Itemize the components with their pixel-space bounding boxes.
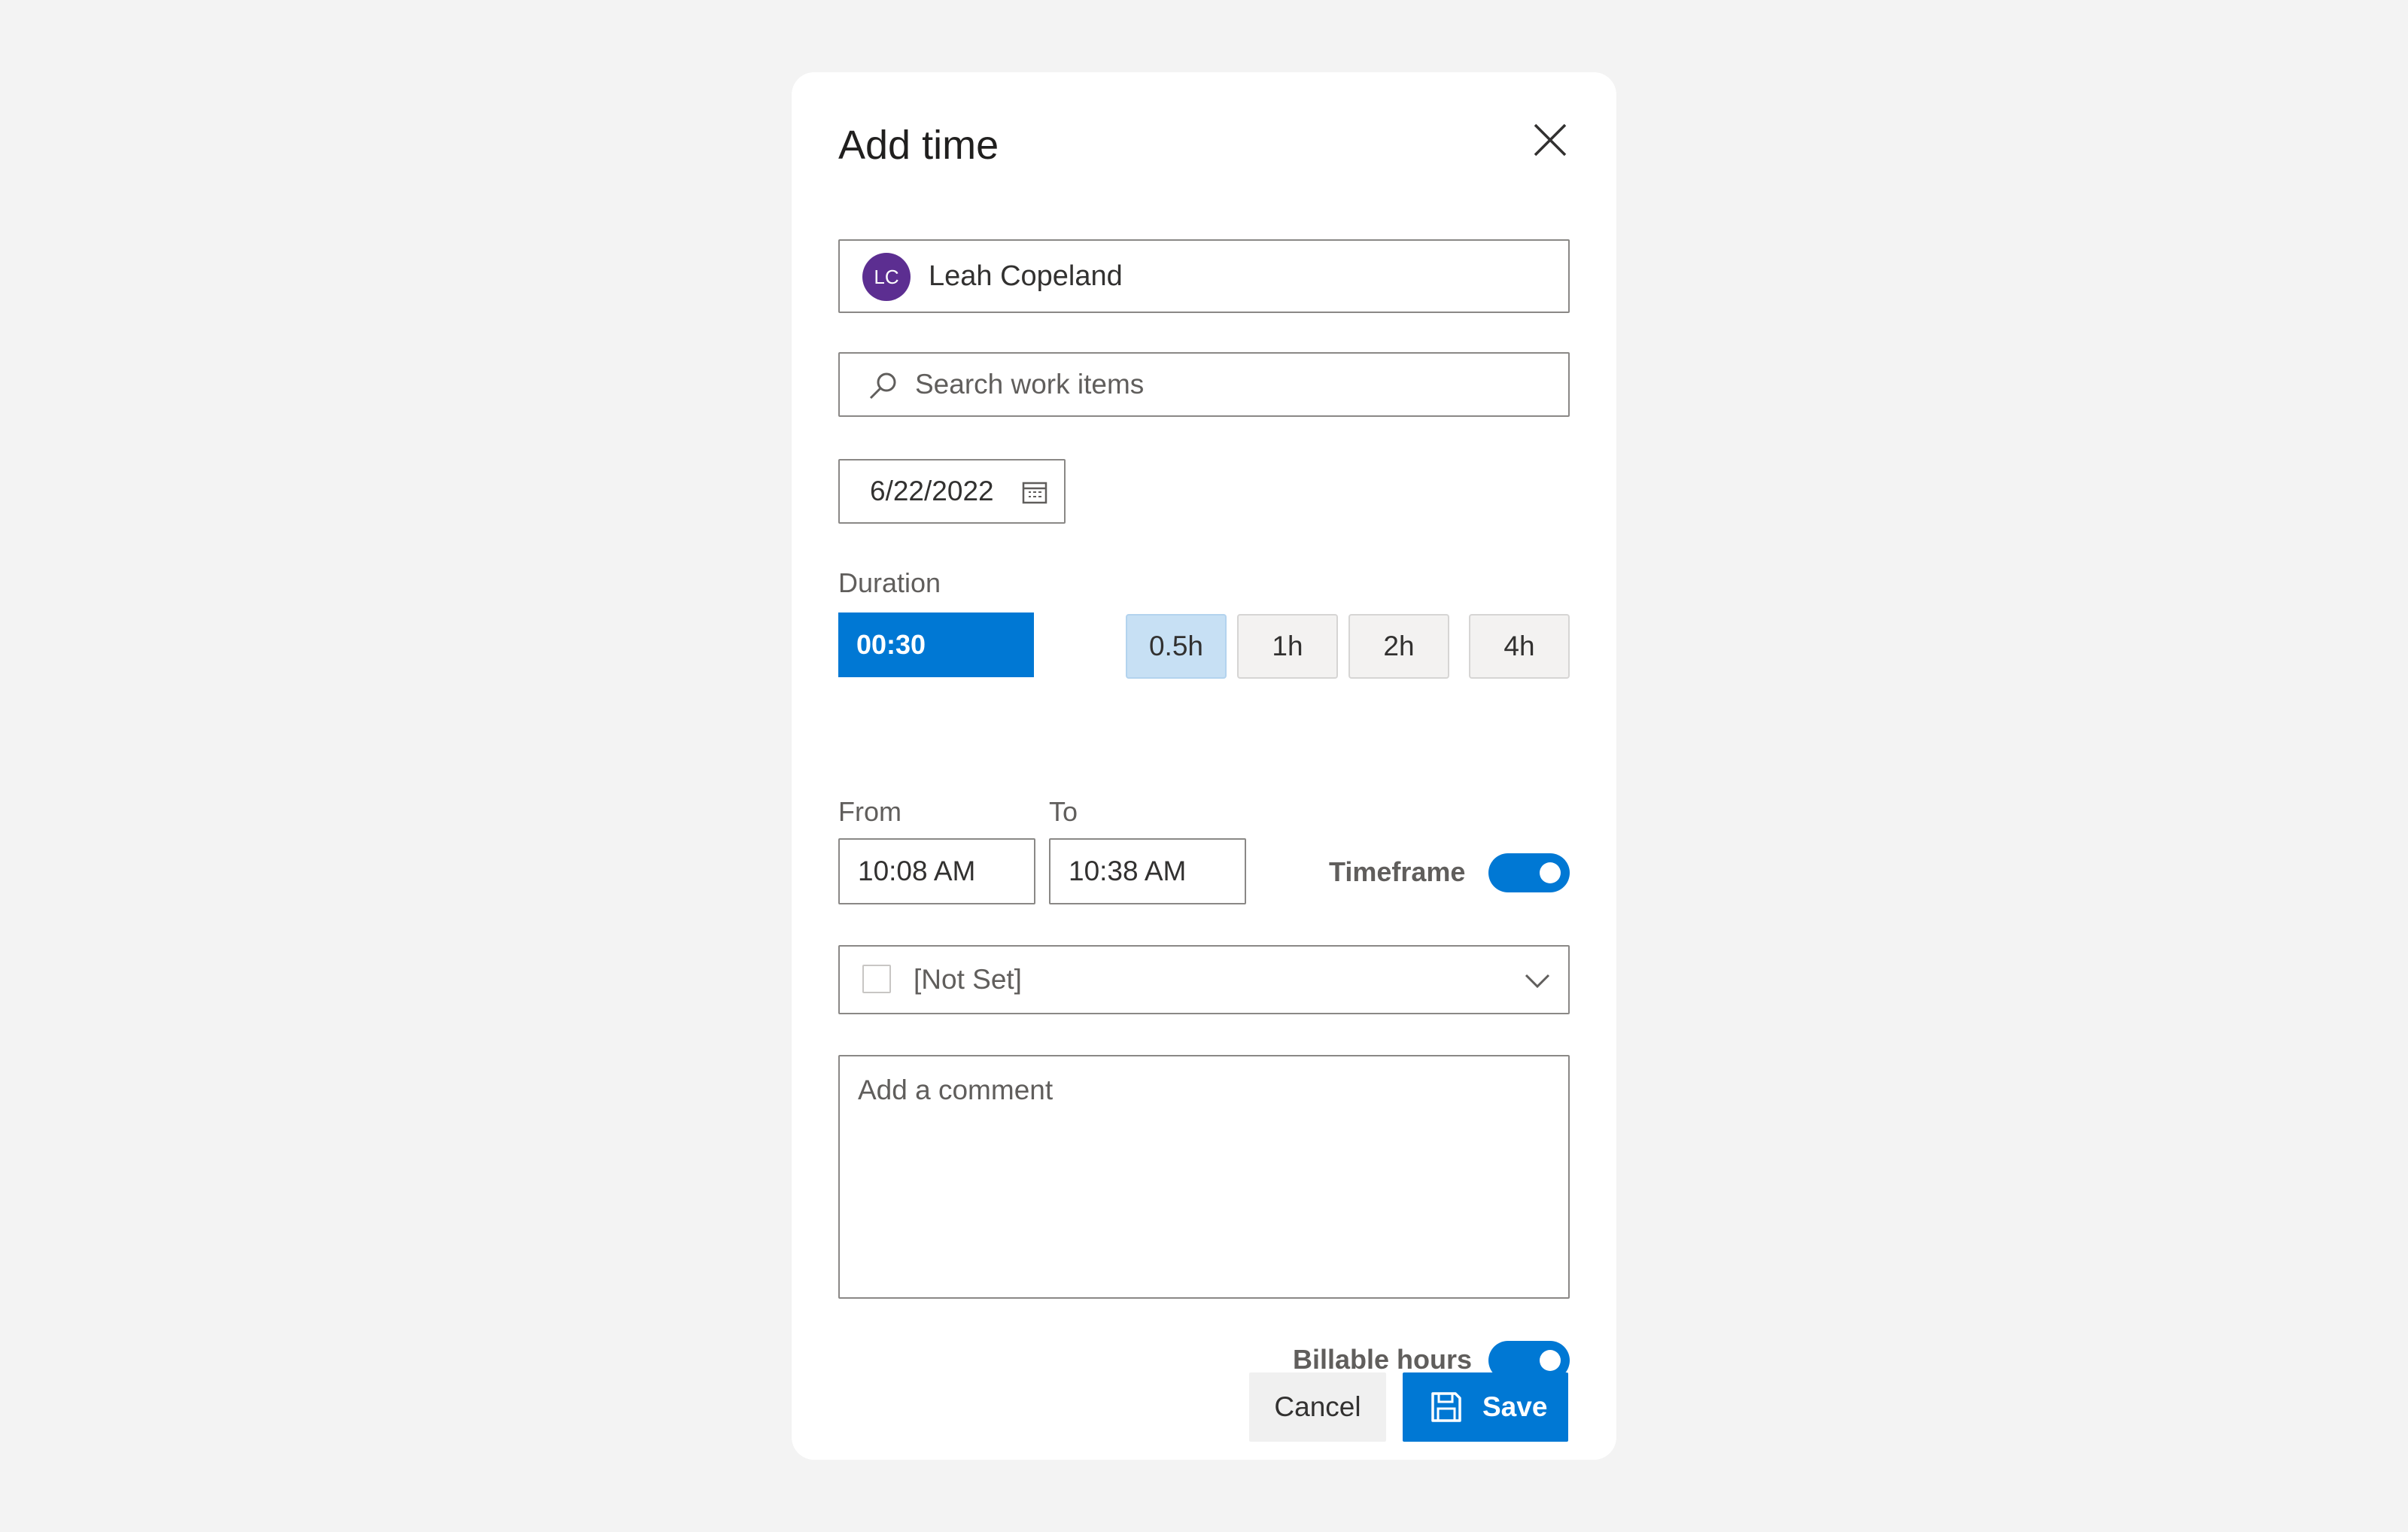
preset-button-2h[interactable]: 2h: [1348, 614, 1449, 679]
billable-hours-label: Billable hours: [1293, 1344, 1473, 1375]
preset-button-0-5h[interactable]: 0.5h: [1126, 614, 1227, 679]
from-time-value: 10:08 AM: [858, 856, 976, 886]
timeframe-label: Timeframe: [1329, 856, 1466, 887]
preset-button-4h[interactable]: 4h: [1469, 614, 1570, 679]
close-icon: [1534, 123, 1567, 157]
duration-input[interactable]: 00:30: [838, 612, 1034, 677]
toggle-knob: [1540, 862, 1561, 883]
to-time-value: 10:38 AM: [1069, 856, 1187, 886]
to-label: To: [1049, 796, 1078, 827]
to-time-field[interactable]: 10:38 AM: [1049, 838, 1246, 904]
search-work-items-field[interactable]: [838, 352, 1570, 417]
user-picker[interactable]: LC Leah Copeland: [838, 239, 1570, 313]
duration-label: Duration: [838, 567, 941, 598]
from-label: From: [838, 796, 901, 827]
cancel-button[interactable]: Cancel: [1249, 1372, 1386, 1442]
dialog-title: Add time: [838, 123, 999, 168]
comment-field[interactable]: [838, 1055, 1570, 1299]
category-checkbox[interactable]: [862, 965, 891, 993]
add-time-dialog: Add time LC Leah Copeland 6/22/2022 Du: [792, 72, 1616, 1460]
avatar: LC: [862, 253, 911, 301]
from-time-field[interactable]: 10:08 AM: [838, 838, 1035, 904]
chevron-down-icon: [1525, 974, 1550, 989]
save-label: Save: [1482, 1391, 1548, 1422]
toggle-knob: [1540, 1350, 1561, 1371]
date-picker[interactable]: 6/22/2022: [838, 459, 1066, 524]
save-button[interactable]: Save: [1403, 1372, 1568, 1442]
preset-button-1h[interactable]: 1h: [1237, 614, 1338, 679]
search-input[interactable]: [915, 354, 1547, 415]
user-name: Leah Copeland: [929, 260, 1123, 292]
search-icon: [869, 372, 896, 400]
save-icon: [1431, 1392, 1461, 1422]
category-value: [Not Set]: [914, 964, 1022, 995]
date-value: 6/22/2022: [870, 476, 994, 506]
timeframe-toggle[interactable]: [1488, 853, 1570, 892]
calendar-icon[interactable]: [1022, 482, 1047, 504]
close-button[interactable]: [1531, 120, 1570, 160]
category-dropdown[interactable]: [Not Set]: [838, 945, 1570, 1014]
